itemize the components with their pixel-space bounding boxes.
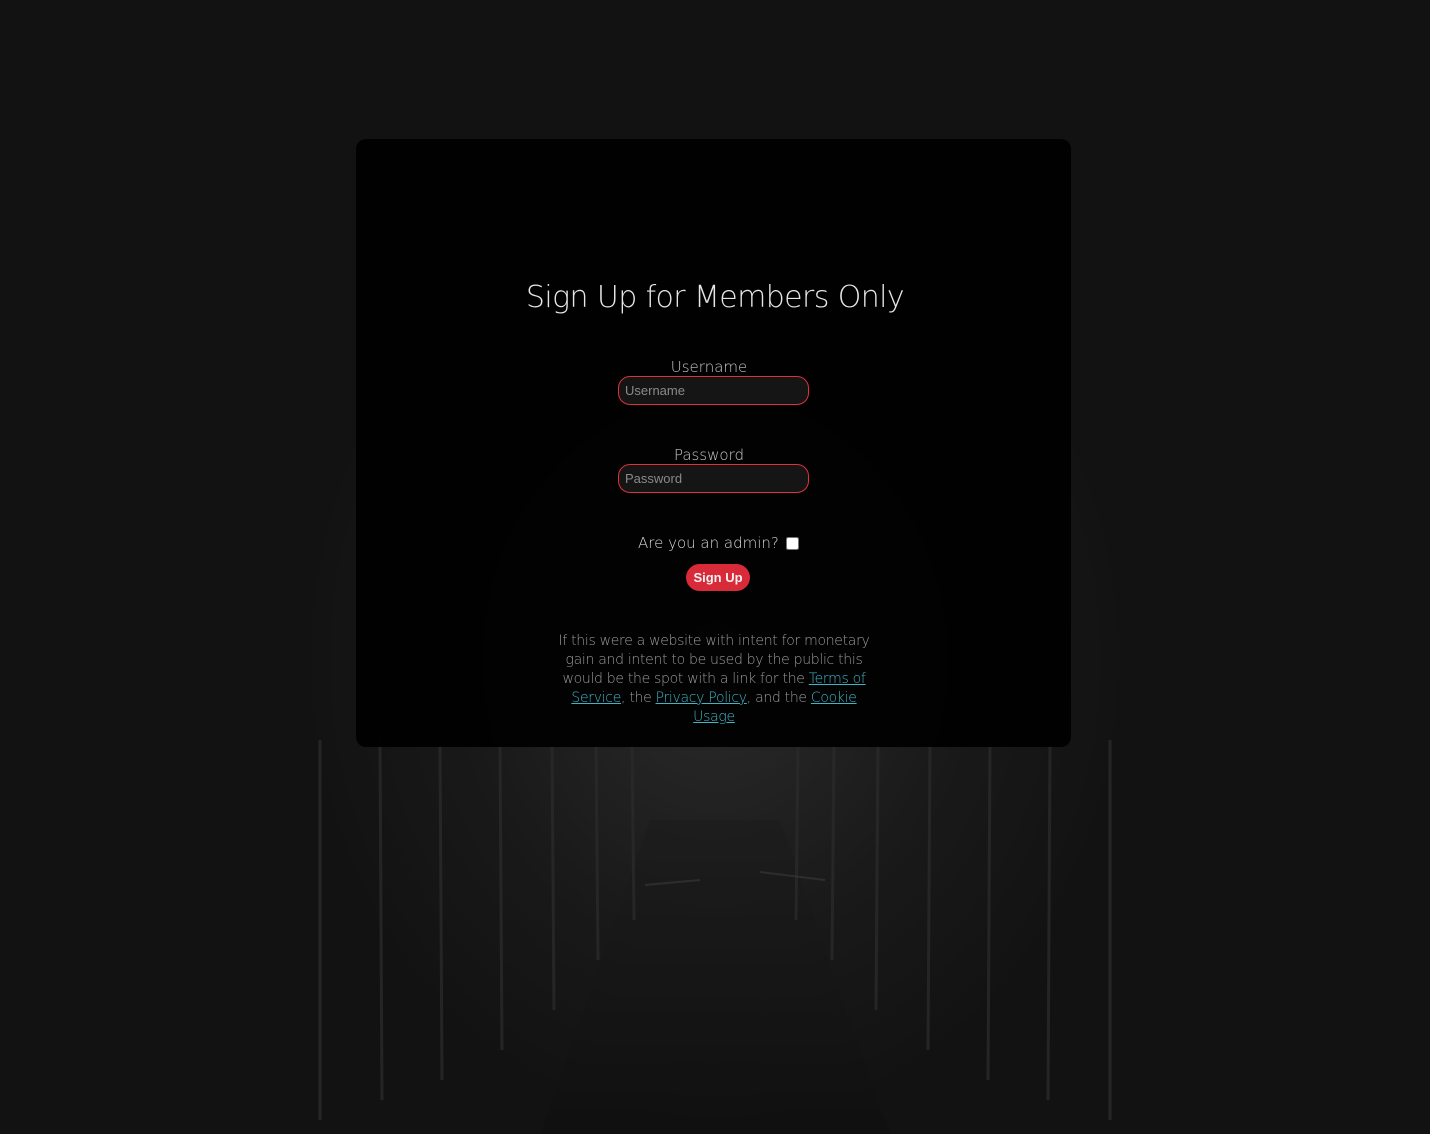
admin-row: Are you an admin? — [638, 533, 799, 553]
admin-checkbox[interactable] — [785, 536, 799, 550]
legal-text-2: , the — [621, 690, 656, 706]
admin-label: Are you an admin? — [638, 534, 779, 552]
username-input[interactable] — [618, 376, 809, 405]
legal-text-3: , and the — [746, 690, 811, 706]
page-title: Sign Up for Members Only — [525, 280, 905, 315]
password-label: Password — [673, 446, 745, 464]
username-label: Username — [670, 358, 748, 376]
password-input[interactable] — [618, 464, 809, 493]
legal-notice: If this were a website with intent for m… — [549, 632, 879, 727]
privacy-policy-link[interactable]: Privacy Policy — [656, 690, 748, 706]
sign-up-button[interactable]: Sign Up — [686, 564, 750, 591]
signup-page: Sign Up for Members Only Username Passwo… — [0, 0, 1430, 1134]
